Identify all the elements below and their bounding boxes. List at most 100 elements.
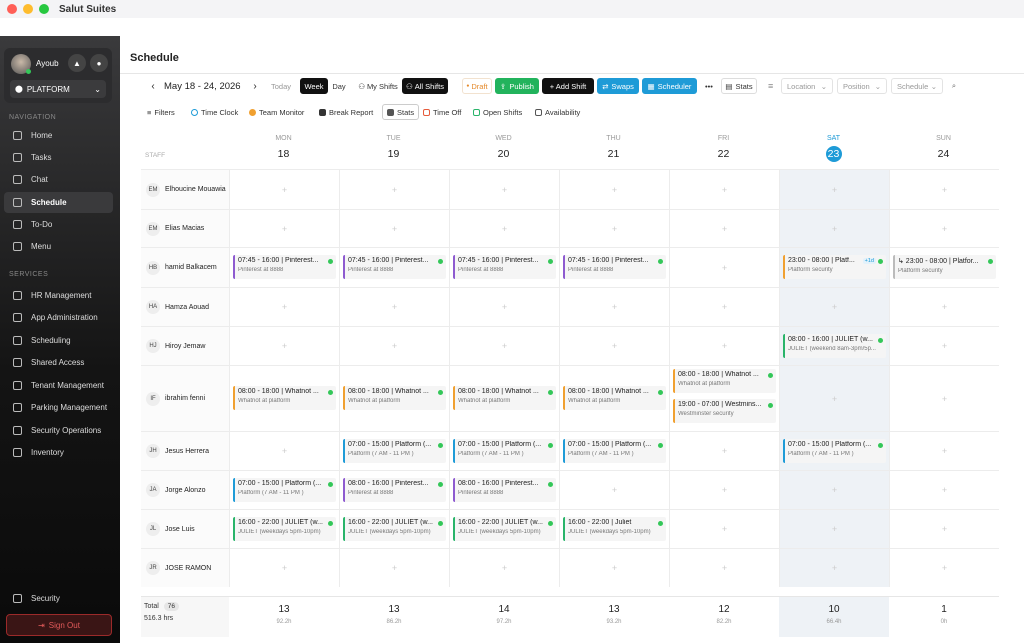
- day-cell[interactable]: 16:00 - 22:00 | Juliet JULIET (weekdays 5…: [559, 510, 669, 548]
- day-cell[interactable]: +: [229, 327, 339, 365]
- search-icon[interactable]: ⌕: [947, 78, 961, 94]
- nav-item-schedule[interactable]: Schedule: [4, 192, 113, 213]
- add-shift-plus-icon[interactable]: +: [502, 563, 507, 573]
- shift-card[interactable]: 16:00 - 22:00 | JULIET (w... JULIET (week…: [453, 516, 556, 541]
- day-cell[interactable]: 08:00 - 18:00 | Whatnot ... Whatnot at pl…: [449, 366, 559, 431]
- day-cell[interactable]: +: [229, 288, 339, 326]
- day-cell[interactable]: 08:00 - 16:00 | Pinterest... Pinterest at…: [449, 471, 559, 509]
- day-cell[interactable]: +: [889, 471, 999, 509]
- day-cell[interactable]: +: [889, 366, 999, 431]
- position-select[interactable]: Position ⌄: [837, 78, 887, 94]
- publish-button[interactable]: ⇪ Publish: [495, 78, 539, 94]
- all-shifts-button[interactable]: ⚇ All Shifts: [402, 78, 448, 94]
- add-shift-plus-icon[interactable]: +: [722, 263, 727, 273]
- day-cell[interactable]: 07:45 - 16:00 | Pinterest... Pinterest at…: [339, 248, 449, 287]
- day-cell[interactable]: +: [889, 170, 999, 209]
- staff-cell[interactable]: JH Jesus Herrera: [141, 432, 229, 470]
- time-off-button[interactable]: Time Off: [418, 104, 466, 120]
- staff-cell[interactable]: HA Hamza Aouad: [141, 288, 229, 326]
- shift-card[interactable]: 16:00 - 22:00 | JULIET (w... JULIET (week…: [233, 516, 336, 541]
- add-shift-plus-icon[interactable]: +: [282, 302, 287, 312]
- add-shift-plus-icon[interactable]: +: [612, 185, 617, 195]
- my-shifts-button[interactable]: ⚇ My Shifts: [356, 78, 400, 94]
- day-cell[interactable]: +: [449, 327, 559, 365]
- add-shift-plus-icon[interactable]: +: [612, 563, 617, 573]
- day-cell[interactable]: 08:00 - 16:00 | JULIET (w... JULIET (week…: [779, 327, 889, 365]
- shift-card[interactable]: 07:00 - 15:00 | Platform (... Platform (7…: [783, 438, 886, 463]
- add-shift-plus-icon[interactable]: +: [282, 341, 287, 351]
- shift-card[interactable]: 08:00 - 16:00 | Pinterest... Pinterest at…: [343, 477, 446, 502]
- staff-cell[interactable]: HB hamid Balkacem: [141, 248, 229, 287]
- day-cell[interactable]: +: [559, 549, 669, 587]
- shift-card[interactable]: 08:00 - 18:00 | Whatnot ... Whatnot at pl…: [673, 369, 776, 393]
- add-shift-plus-icon[interactable]: +: [942, 485, 947, 495]
- day-cell[interactable]: +: [669, 549, 779, 587]
- day-cell[interactable]: +: [559, 210, 669, 247]
- week-view-button[interactable]: Week: [300, 78, 328, 94]
- day-cell[interactable]: +: [669, 432, 779, 470]
- nav-item-chat[interactable]: Chat: [4, 169, 113, 190]
- add-shift-plus-icon[interactable]: +: [942, 224, 947, 234]
- day-view-button[interactable]: Day: [328, 78, 350, 94]
- add-shift-plus-icon[interactable]: +: [832, 563, 837, 573]
- add-shift-plus-icon[interactable]: +: [612, 302, 617, 312]
- day-cell[interactable]: 07:45 - 16:00 | Pinterest... Pinterest at…: [229, 248, 339, 287]
- add-shift-plus-icon[interactable]: +: [832, 485, 837, 495]
- add-shift-plus-icon[interactable]: +: [282, 185, 287, 195]
- shift-card[interactable]: 08:00 - 18:00 | Whatnot ... Whatnot at pl…: [563, 386, 666, 410]
- day-cell[interactable]: 08:00 - 16:00 | Pinterest... Pinterest at…: [339, 471, 449, 509]
- filters-button[interactable]: ≡ Filters: [142, 104, 180, 120]
- add-shift-plus-icon[interactable]: +: [942, 446, 947, 456]
- add-shift-plus-icon[interactable]: +: [722, 185, 727, 195]
- nav-item-app-administration[interactable]: App Administration: [4, 307, 113, 328]
- stats-button[interactable]: ▤ Stats: [721, 78, 757, 94]
- add-shift-plus-icon[interactable]: +: [832, 394, 837, 404]
- shift-card[interactable]: 23:00 - 08:00 | Platf... Platform securit…: [783, 255, 886, 279]
- day-cell[interactable]: +: [779, 288, 889, 326]
- today-button[interactable]: Today: [268, 78, 294, 94]
- add-shift-button[interactable]: + Add Shift: [542, 78, 594, 94]
- add-shift-plus-icon[interactable]: +: [722, 224, 727, 234]
- add-shift-plus-icon[interactable]: +: [722, 563, 727, 573]
- day-cell[interactable]: +: [669, 210, 779, 247]
- shift-card[interactable]: 07:00 - 15:00 | Platform (... Platform (7…: [453, 438, 556, 463]
- add-shift-plus-icon[interactable]: +: [942, 524, 947, 534]
- add-shift-plus-icon[interactable]: +: [722, 524, 727, 534]
- add-shift-plus-icon[interactable]: +: [722, 485, 727, 495]
- staff-cell[interactable]: JL Jose Luis: [141, 510, 229, 548]
- availability-button[interactable]: Availability: [530, 104, 585, 120]
- nav-item-security-operations[interactable]: Security Operations: [4, 420, 113, 441]
- day-cell[interactable]: +: [889, 549, 999, 587]
- draft-button[interactable]: ● Draft: [462, 78, 492, 94]
- add-shift-plus-icon[interactable]: +: [392, 302, 397, 312]
- day-cell[interactable]: +: [889, 510, 999, 548]
- day-cell[interactable]: +: [559, 170, 669, 209]
- add-shift-plus-icon[interactable]: +: [392, 224, 397, 234]
- add-shift-plus-icon[interactable]: +: [832, 302, 837, 312]
- day-cell[interactable]: +: [339, 288, 449, 326]
- add-shift-plus-icon[interactable]: +: [942, 302, 947, 312]
- nav-item-scheduling[interactable]: Scheduling: [4, 330, 113, 351]
- open-shifts-button[interactable]: Open Shifts: [468, 104, 527, 120]
- add-shift-plus-icon[interactable]: +: [722, 302, 727, 312]
- shift-card[interactable]: 16:00 - 22:00 | Juliet JULIET (weekdays 5…: [563, 516, 666, 541]
- add-shift-plus-icon[interactable]: +: [612, 224, 617, 234]
- day-cell[interactable]: +: [779, 210, 889, 247]
- day-cell[interactable]: +: [669, 288, 779, 326]
- shift-card[interactable]: 08:00 - 16:00 | JULIET (w... JULIET (week…: [783, 333, 886, 358]
- add-shift-plus-icon[interactable]: +: [722, 341, 727, 351]
- close-window-button[interactable]: [7, 4, 17, 14]
- day-cell[interactable]: 08:00 - 18:00 | Whatnot ... Whatnot at pl…: [229, 366, 339, 431]
- add-shift-plus-icon[interactable]: +: [282, 224, 287, 234]
- add-shift-plus-icon[interactable]: +: [612, 485, 617, 495]
- staff-cell[interactable]: EM Elias Macias: [141, 210, 229, 247]
- day-cell[interactable]: 08:00 - 18:00 | Whatnot ... Whatnot at pl…: [339, 366, 449, 431]
- maximize-window-button[interactable]: [39, 4, 49, 14]
- day-cell[interactable]: 07:45 - 16:00 | Pinterest... Pinterest at…: [449, 248, 559, 287]
- add-shift-plus-icon[interactable]: +: [942, 394, 947, 404]
- staff-cell[interactable]: HJ Hiroy Jemaw: [141, 327, 229, 365]
- nav-item-shared-access[interactable]: Shared Access: [4, 352, 113, 373]
- next-week-button[interactable]: ›: [248, 78, 262, 94]
- shift-card[interactable]: 08:00 - 18:00 | Whatnot ... Whatnot at pl…: [233, 386, 336, 410]
- day-cell[interactable]: 07:00 - 15:00 | Platform (... Platform (7…: [229, 471, 339, 509]
